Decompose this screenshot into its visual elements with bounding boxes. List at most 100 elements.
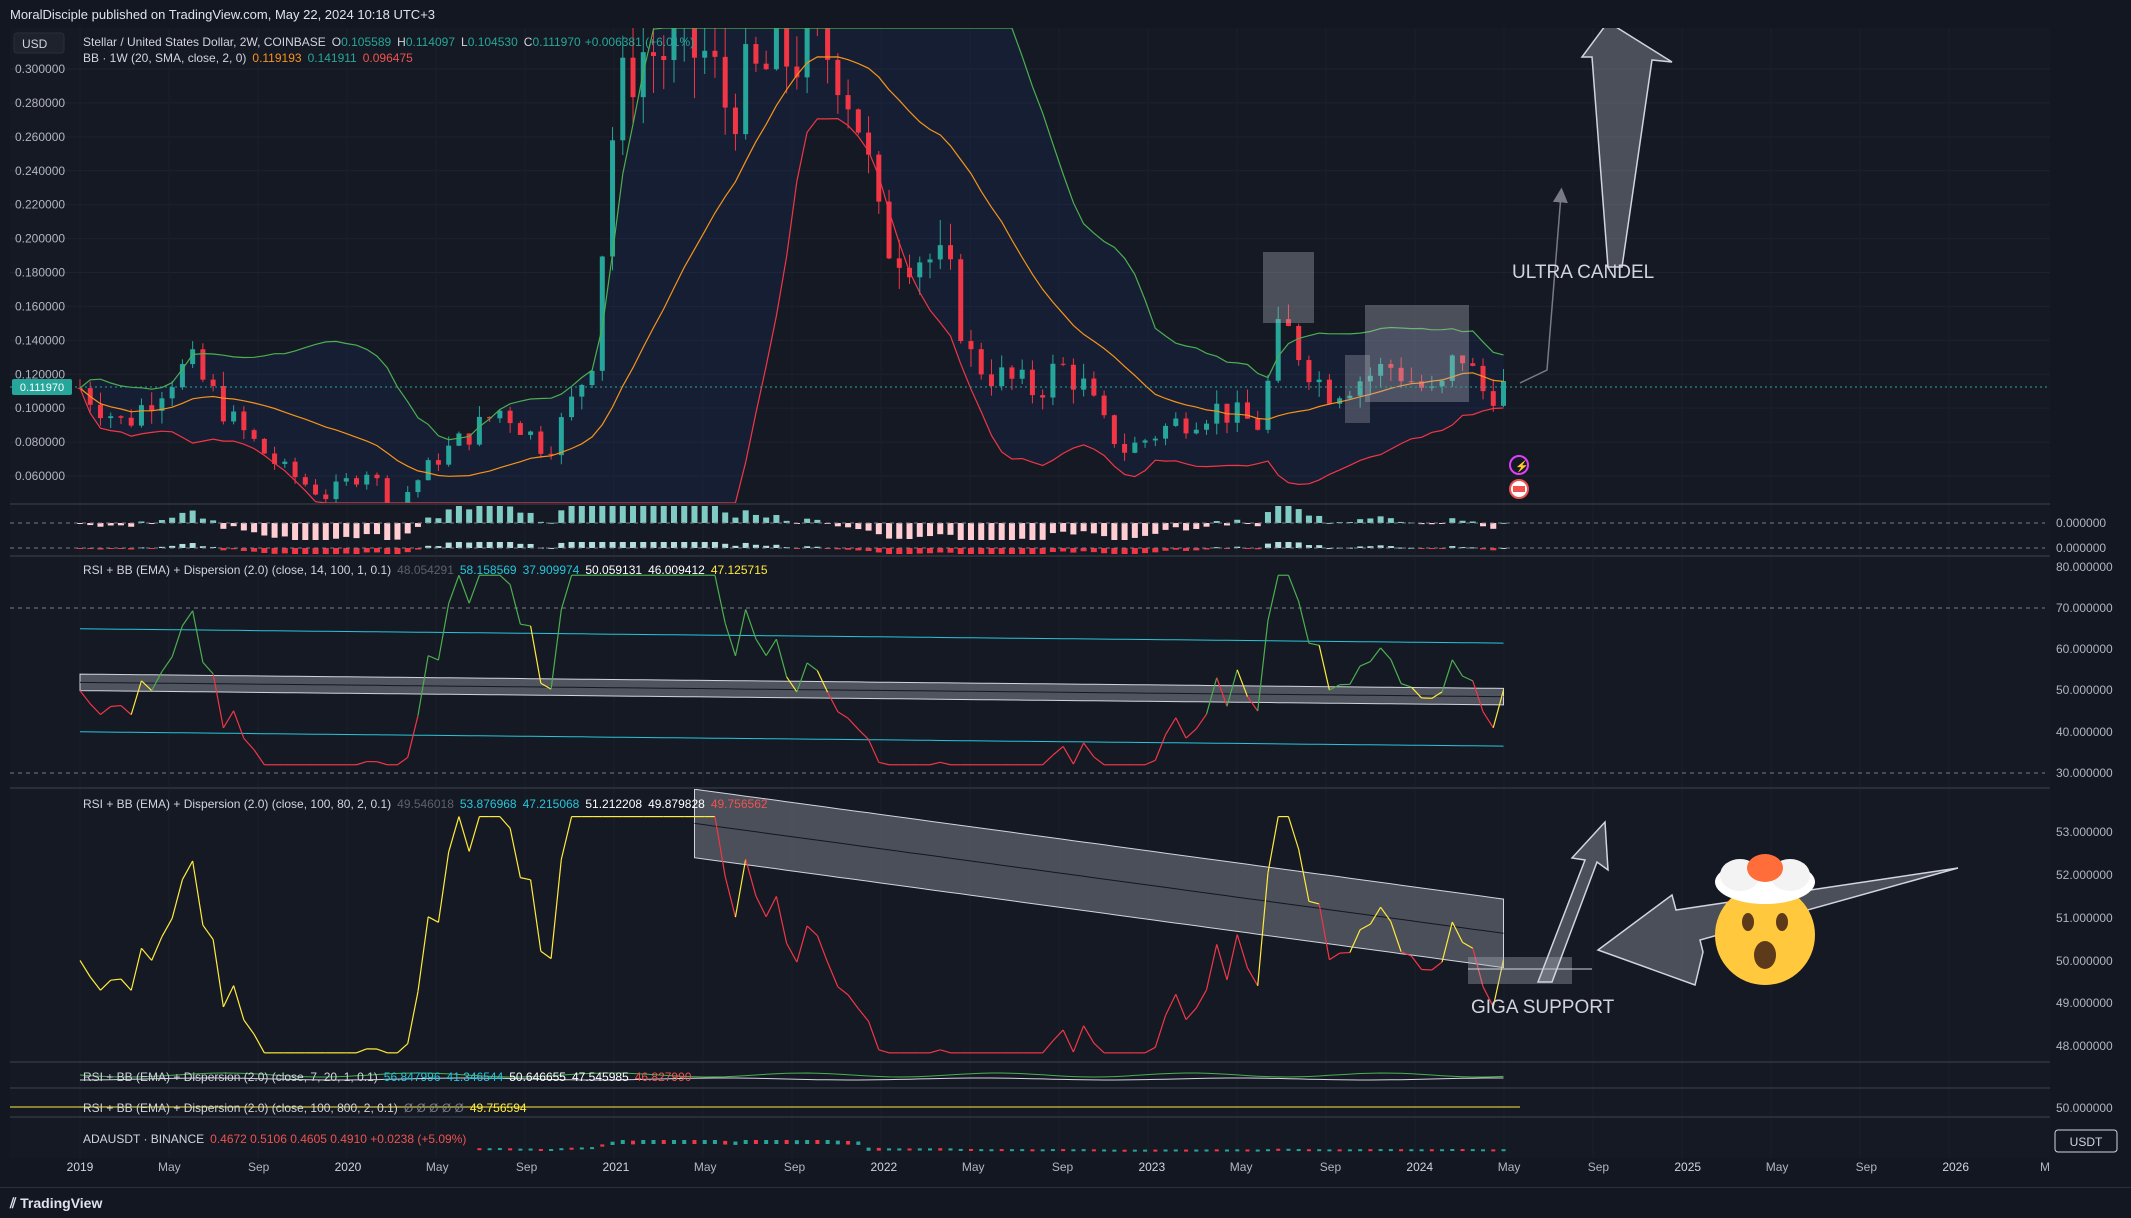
time-tick-label: May <box>1766 1160 1789 1174</box>
macd-signal-bar <box>1091 548 1097 552</box>
macd-bar <box>251 523 257 532</box>
macd-bar <box>1490 523 1496 529</box>
rsi1-tick-label: 60.000000 <box>2056 642 2113 656</box>
currency-button-label[interactable]: USD <box>22 37 48 51</box>
macd-signal-bar <box>1285 542 1291 548</box>
candle-body <box>1327 380 1332 404</box>
macd-bar <box>691 506 697 523</box>
ada-candle <box>600 1144 604 1146</box>
macd-bar <box>169 518 175 523</box>
candle-body <box>231 412 236 422</box>
rsi1-legend: RSI + BB (EMA) + Dispersion (2.0) (close… <box>83 563 768 577</box>
candle-body <box>456 433 461 445</box>
exploding-head-icon <box>1715 854 1815 985</box>
ada-candle <box>1143 1150 1147 1152</box>
time-tick-label: May <box>426 1160 449 1174</box>
candle-body <box>538 432 543 454</box>
candle-body <box>999 367 1004 386</box>
ada-candle <box>1153 1150 1157 1152</box>
macd-bar <box>261 523 267 536</box>
macd-signal-bar <box>190 543 196 548</box>
candle-body <box>989 374 994 386</box>
candle-body <box>405 492 410 503</box>
candle-body <box>559 417 564 455</box>
candle-body <box>1020 370 1025 379</box>
macd-bar <box>1173 523 1179 527</box>
macd-bar <box>1111 523 1117 540</box>
candle-body <box>917 262 922 277</box>
candle-body <box>1235 402 1240 422</box>
ada-candle <box>1000 1149 1004 1151</box>
candle-body <box>968 341 973 349</box>
macd-bar <box>364 523 370 534</box>
macd-bar <box>1091 523 1097 533</box>
macd-bar <box>200 519 206 523</box>
ada-candle <box>1409 1149 1413 1151</box>
macd-bar <box>579 506 585 523</box>
ada-candle <box>836 1141 840 1145</box>
macd-bar <box>651 506 657 523</box>
price-scale[interactable] <box>2050 28 2131 1158</box>
time-tick-label: May <box>962 1160 985 1174</box>
candle-body <box>221 386 226 421</box>
ada-candle <box>1041 1149 1045 1151</box>
ada-candle <box>692 1140 696 1144</box>
macd-bar <box>528 513 534 523</box>
macd-signal-bar <box>569 542 575 548</box>
chart-canvas[interactable]: ULTRA CANDEL ⚡ GIGA SUPPORT 0.3000000.28… <box>0 28 2131 1187</box>
price-tick-label: 0.060000 <box>15 469 65 483</box>
rsi1-tick-label: 80.000000 <box>2056 560 2113 574</box>
candle-body <box>835 60 840 95</box>
ada-legend: ADAUSDT · BINANCE0.4672 0.5106 0.4605 0.… <box>83 1132 466 1146</box>
candle-body <box>1040 395 1045 397</box>
tradingview-logo[interactable]: ⫽ TradingView <box>10 1195 102 1212</box>
ada-candle <box>1379 1149 1383 1151</box>
macd-bar <box>886 523 892 539</box>
rsi1-tick-label: 70.000000 <box>2056 601 2113 615</box>
candle-body <box>518 423 523 435</box>
ada-candle <box>1338 1149 1342 1151</box>
ada-candle <box>754 1140 758 1144</box>
macd-signal-bar <box>466 543 472 548</box>
macd-signal-bar <box>671 542 677 548</box>
ada-candle <box>672 1140 676 1144</box>
candle-body <box>211 380 216 386</box>
legend-value: 41.346544 <box>447 1070 504 1084</box>
candle-body <box>477 417 482 445</box>
candle-body <box>1050 364 1055 398</box>
ada-candle <box>1020 1149 1024 1151</box>
price-tick-label: 0.200000 <box>15 232 65 246</box>
macd-bar <box>272 523 278 538</box>
macd-signal-bar <box>1152 548 1158 552</box>
ada-candle <box>1256 1150 1260 1152</box>
ada-candle <box>1051 1149 1055 1151</box>
macd-bar <box>1285 506 1291 523</box>
candle-body <box>938 245 943 259</box>
macd-bar <box>394 523 400 540</box>
macd-signal-bar <box>292 548 298 554</box>
legend-value: 47.215068 <box>523 797 580 811</box>
ada-candle <box>1471 1149 1475 1151</box>
candle-body <box>569 397 574 417</box>
macd-bar <box>497 506 503 523</box>
ada-candle <box>662 1140 666 1144</box>
candle-body <box>1009 367 1014 378</box>
macd-bar <box>517 513 523 523</box>
ada-candle <box>928 1148 932 1150</box>
time-tick-label: May <box>694 1160 717 1174</box>
price-tick-label: 0.100000 <box>15 401 65 415</box>
candle-body <box>948 245 953 259</box>
macd-bar <box>732 518 738 523</box>
ada-candle <box>580 1147 584 1149</box>
macd-signal-bar <box>722 544 728 548</box>
ada-candle <box>1502 1149 1506 1151</box>
candle-body <box>733 108 738 135</box>
candle-body <box>252 430 257 439</box>
candle-body <box>1317 380 1322 383</box>
macd-signal-bar <box>179 544 185 548</box>
macd-bar <box>558 510 564 523</box>
legend-value: 47.125715 <box>711 563 768 577</box>
macd-signal-bar <box>1009 548 1015 554</box>
ada-candle <box>1225 1150 1229 1152</box>
ada-candle <box>1368 1149 1372 1151</box>
